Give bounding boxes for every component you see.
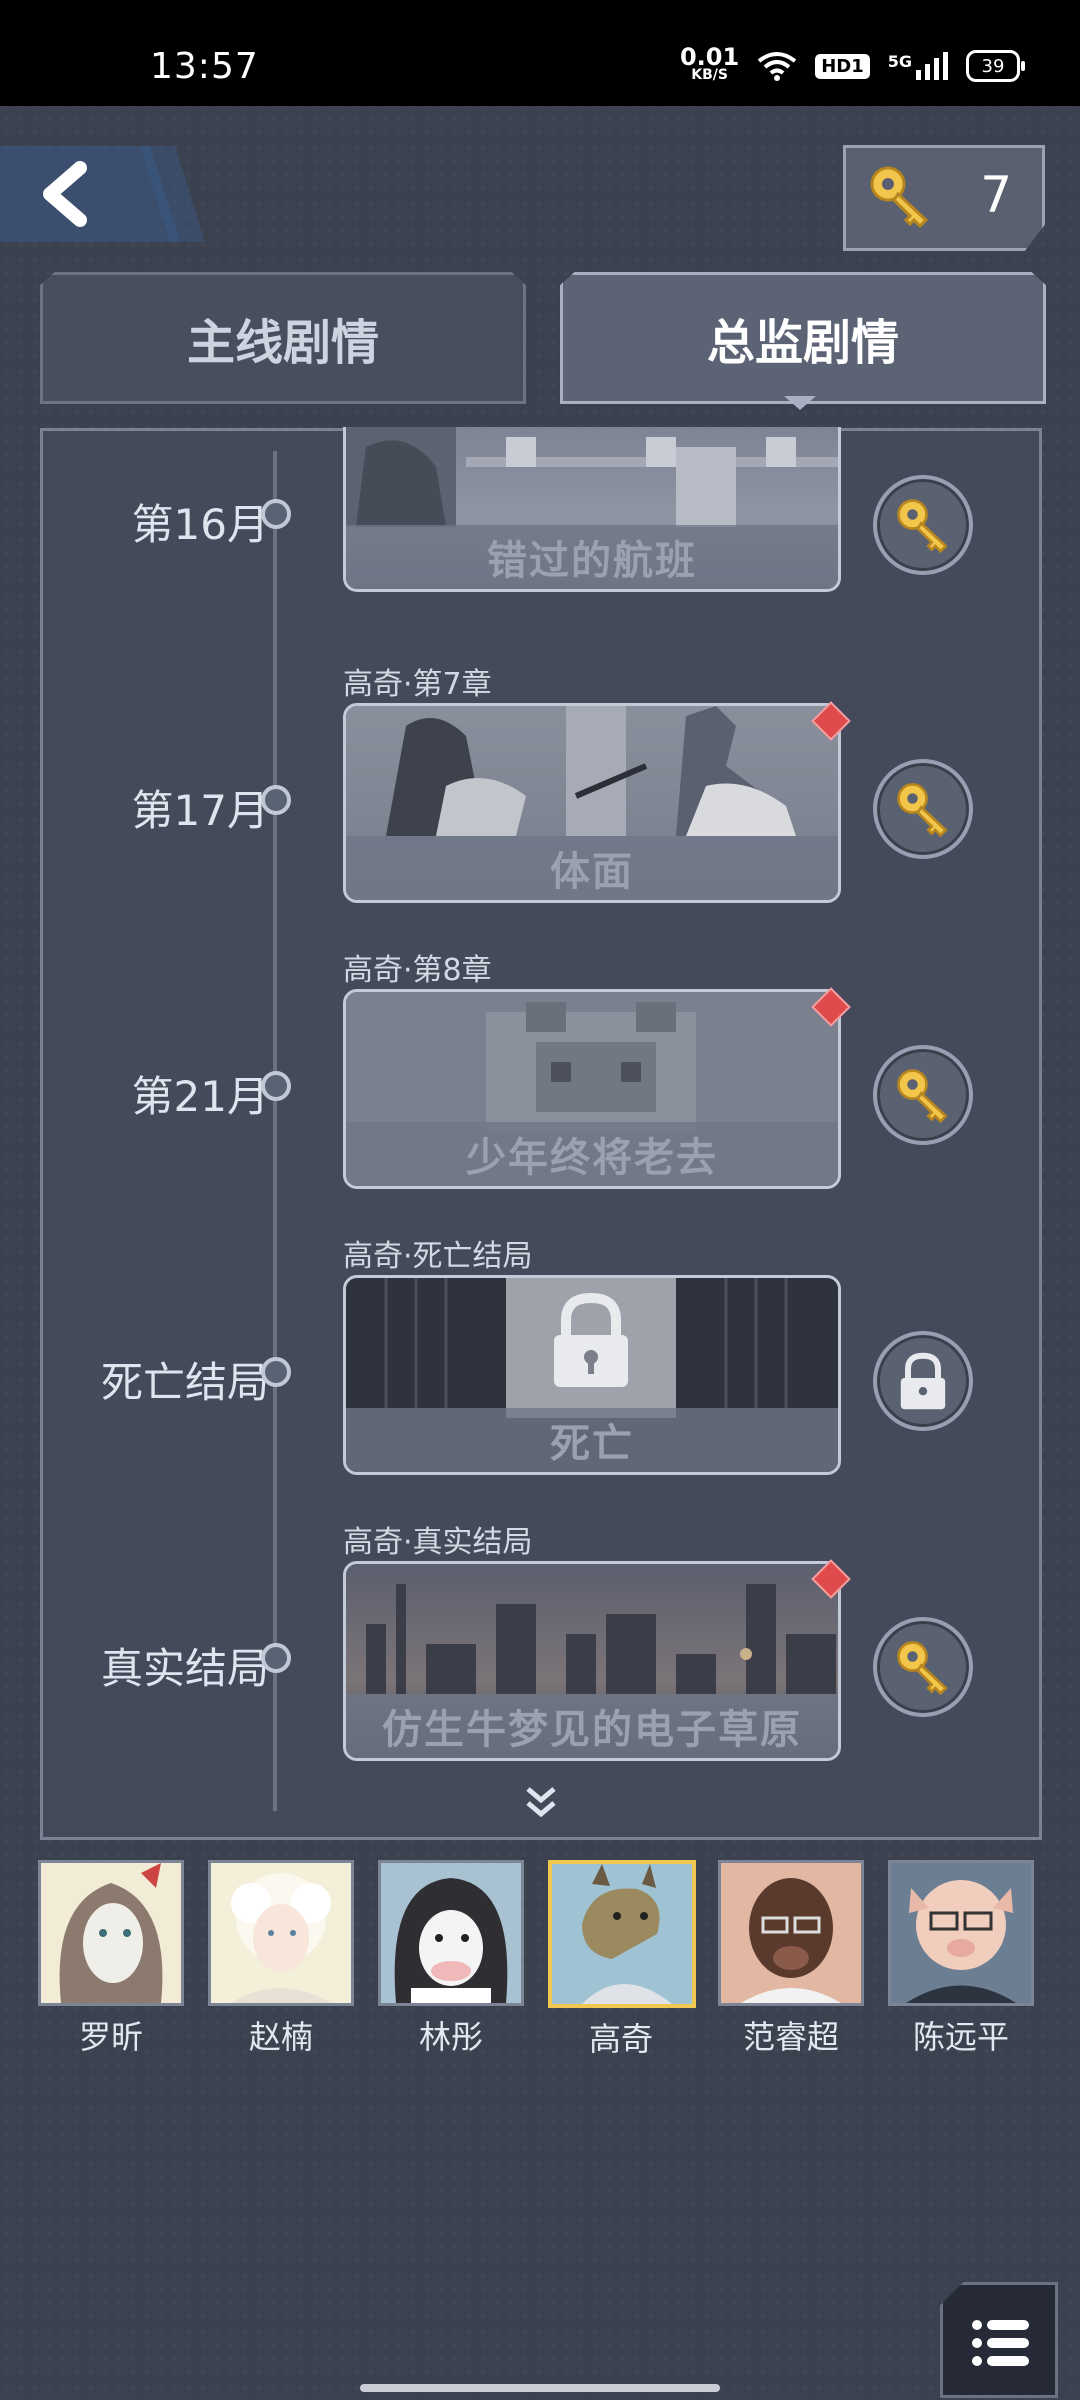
- back-arrow-icon: [0, 146, 205, 242]
- chapter-label: 高奇·第7章: [343, 667, 492, 702]
- character-name: 罗昕: [78, 2018, 143, 2056]
- character-portrait: [718, 1860, 864, 2006]
- tab-supervisor-story-label: 总监剧情: [706, 315, 899, 371]
- story-card[interactable]: 仿生牛梦见的电子草原: [343, 1561, 841, 1761]
- status-icons: 0.01 KB/S HD1 5G 39: [679, 43, 1025, 84]
- timeline-dot: [261, 499, 291, 529]
- net-speed-value: 0.01: [679, 43, 740, 71]
- month-label: 死亡结局: [100, 1358, 269, 1407]
- character-tab-zhaonan[interactable]: 赵楠: [208, 1860, 354, 2058]
- story-timeline-panel[interactable]: 第16月 错过的航班 高奇·第7章 第17月 体面 高奇·第8章 第21月 少年…: [40, 427, 1042, 1840]
- menu-list-icon: [972, 2320, 1029, 2366]
- unlock-with-key-button[interactable]: [873, 1045, 973, 1145]
- story-card-title: 体面: [346, 836, 838, 900]
- status-time: 13:57: [150, 46, 259, 87]
- timeline-row: 第16月 错过的航班: [43, 427, 1039, 691]
- character-name: 范睿超: [742, 2018, 839, 2056]
- key-icon: [897, 783, 948, 837]
- character-portrait: [38, 1860, 184, 2006]
- story-card-title: 错过的航班: [346, 525, 838, 589]
- tab-supervisor-story[interactable]: 总监剧情: [560, 272, 1046, 404]
- character-name: 赵楠: [248, 2018, 313, 2056]
- unlock-with-key-button[interactable]: [873, 759, 973, 859]
- character-portrait: [888, 1860, 1034, 2006]
- character-name: 陈远平: [912, 2018, 1009, 2056]
- timeline-dot: [261, 1071, 291, 1101]
- menu-button[interactable]: [940, 2282, 1058, 2398]
- character-portrait: [548, 1860, 696, 2008]
- character-tab-luoxin[interactable]: 罗昕: [38, 1860, 184, 2058]
- key-icon: [870, 166, 929, 228]
- character-portrait: [208, 1860, 354, 2006]
- net-speed-unit: KB/S: [691, 67, 728, 83]
- key-icon: [897, 1069, 948, 1123]
- tab-main-story-label: 主线剧情: [186, 315, 379, 371]
- battery-level: 39: [981, 55, 1005, 77]
- character-tab-chenyuanping[interactable]: 陈远平: [888, 1860, 1034, 2058]
- home-indicator[interactable]: [360, 2384, 720, 2392]
- character-portrait: [378, 1860, 524, 2006]
- unlock-with-key-button[interactable]: [873, 475, 973, 575]
- lock-icon: [900, 1352, 946, 1410]
- character-name: 高奇: [588, 2020, 653, 2058]
- character-tab-gaoqi[interactable]: 高奇: [548, 1860, 696, 2060]
- chapter-label: 高奇·真实结局: [343, 1525, 533, 1560]
- month-label: 第21月: [131, 1072, 269, 1121]
- character-tab-fanruichao[interactable]: 范睿超: [718, 1860, 864, 2058]
- wifi-icon: [757, 52, 797, 81]
- hd-badge: HD1: [815, 53, 870, 79]
- lock-icon: [554, 1292, 628, 1387]
- key-icon: [897, 499, 948, 553]
- key-icon: [897, 1641, 948, 1695]
- network-label: 5G: [887, 52, 912, 71]
- status-bar: 13:57 0.01 KB/S HD1 5G 39: [0, 0, 1080, 106]
- story-card[interactable]: 少年终将老去: [343, 989, 841, 1189]
- character-name: 林彤: [418, 2018, 483, 2056]
- story-card[interactable]: 体面: [343, 703, 841, 903]
- net-speed: 0.01 KB/S: [679, 43, 740, 84]
- locked-button[interactable]: [873, 1331, 973, 1431]
- signal-icon: 5G: [888, 52, 948, 80]
- unlock-with-key-button[interactable]: [873, 1617, 973, 1717]
- chapter-label: 高奇·第8章: [343, 953, 492, 988]
- scroll-down-chevron-icon[interactable]: [524, 1785, 558, 1821]
- story-card-locked[interactable]: 死亡: [343, 1275, 841, 1475]
- character-tab-lintong[interactable]: 林彤: [378, 1860, 524, 2058]
- month-label: 真实结局: [100, 1644, 269, 1693]
- back-button[interactable]: [0, 142, 230, 246]
- timeline-row: 高奇·真实结局 真实结局 仿生牛梦见的电子草原: [43, 1517, 1039, 1777]
- key-counter: 7: [843, 145, 1045, 251]
- chapter-label: 高奇·死亡结局: [343, 1239, 533, 1274]
- story-card-title: 少年终将老去: [346, 1122, 838, 1186]
- selected-tab-indicator: [784, 396, 816, 410]
- timeline-row: 高奇·第8章 第21月 少年终将老去: [43, 945, 1039, 1205]
- timeline-dot: [261, 1643, 291, 1673]
- key-count: 7: [980, 166, 1012, 224]
- month-label: 第16月: [131, 500, 269, 549]
- story-card-title: 死亡: [346, 1408, 838, 1472]
- timeline-dot: [261, 1357, 291, 1387]
- month-label: 第17月: [131, 786, 269, 835]
- timeline-row: 高奇·死亡结局 死亡结局 死亡: [43, 1231, 1039, 1491]
- timeline-row: 高奇·第7章 第17月 体面: [43, 659, 1039, 919]
- story-card-title: 仿生牛梦见的电子草原: [346, 1694, 838, 1758]
- battery-icon: 39: [966, 50, 1025, 82]
- tab-main-story[interactable]: 主线剧情: [40, 272, 526, 404]
- story-card[interactable]: 错过的航班: [343, 427, 841, 592]
- timeline-dot: [261, 785, 291, 815]
